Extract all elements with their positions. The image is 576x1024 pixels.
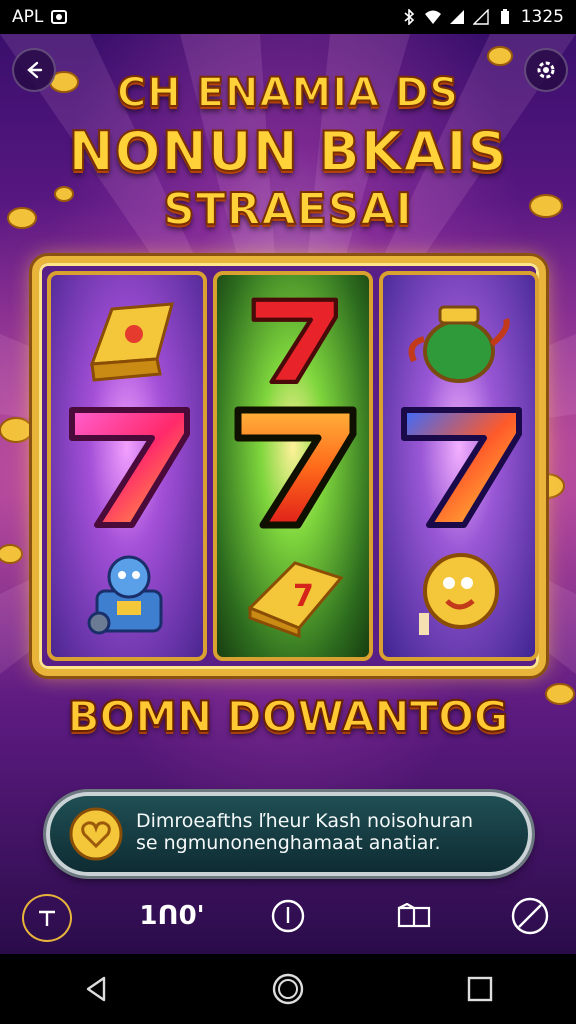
reel-3[interactable]: [379, 271, 539, 661]
disabled-icon: [511, 897, 549, 935]
reel-2[interactable]: 7: [213, 271, 373, 661]
gold-bar-icon: [51, 281, 203, 396]
slot-machine[interactable]: 7: [32, 256, 546, 676]
game-title-line-2: NONUN BKAIS: [68, 119, 508, 184]
battery-icon: [500, 9, 509, 24]
square-recents-icon: [467, 976, 493, 1002]
triangle-back-icon: [86, 976, 106, 1002]
book-button[interactable]: [394, 894, 434, 938]
seven-icon: [383, 397, 535, 532]
heart-coin-icon: [69, 807, 123, 861]
nav-home-button[interactable]: [258, 959, 318, 1019]
circle-home-icon: [272, 973, 304, 1005]
photo-notification-icon: [51, 10, 68, 24]
svg-text:7: 7: [293, 579, 314, 614]
game-screen: CH ENAMIA DS NONUN BKAIS STRAESAI 7 BOMN…: [0, 34, 576, 954]
game-toolbar: 1ᑎ0': [0, 874, 576, 954]
counter-button[interactable]: 1ᑎ0': [138, 894, 206, 938]
status-bar: APL 1325: [0, 0, 576, 34]
bluetooth-icon: [404, 9, 414, 25]
power-icon: [271, 899, 305, 933]
book-icon: [397, 903, 431, 928]
signal-empty-icon: [472, 9, 489, 25]
bonus-subtitle: BOMN DOWANTOG: [67, 691, 510, 742]
nav-back-button[interactable]: [66, 959, 126, 1019]
banner-line-2: se ngmunonenghamaat anatiar.: [136, 832, 441, 854]
carrier-label: APL: [12, 7, 44, 27]
text-t-icon: [39, 910, 55, 926]
info-banner[interactable]: Dimroeafths ľheur Kash noisohuran se ngm…: [46, 792, 532, 876]
system-nav-bar: [0, 954, 576, 1024]
clock: 1325: [520, 7, 564, 27]
banner-line-1: Dimroeafths ľheur Kash noisohuran: [136, 810, 474, 832]
seven-icon: [217, 281, 369, 396]
wifi-icon: [424, 10, 441, 24]
banner-text: Dimroeafths ľheur Kash noisohuran se ngm…: [136, 810, 508, 854]
nav-recents-button[interactable]: [450, 959, 510, 1019]
reel-1[interactable]: [47, 271, 207, 661]
no-sound-button[interactable]: [508, 894, 552, 938]
power-button[interactable]: [268, 894, 308, 938]
text-button[interactable]: [22, 894, 72, 942]
game-title-line-1: CH ENAMIA DS: [116, 69, 460, 117]
teapot-icon: [383, 281, 535, 396]
game-title-line-3: STRAESAI: [162, 183, 413, 236]
gold-bar-seven-icon: 7: [217, 533, 369, 653]
gold-coin-face-icon: [383, 533, 535, 653]
seven-icon: [51, 397, 203, 532]
robot-icon: [51, 533, 203, 653]
seven-icon: [217, 397, 369, 532]
signal-icon: [449, 10, 464, 24]
